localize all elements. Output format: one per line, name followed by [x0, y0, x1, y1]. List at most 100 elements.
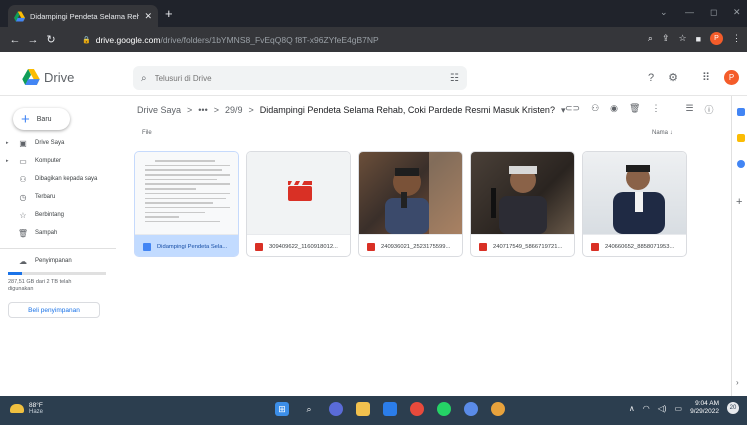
apps-grid-icon[interactable]: ⠿ — [702, 71, 710, 84]
clock-time: 9:04 AM — [695, 400, 719, 407]
file-card-doc[interactable]: Didampingi Pendeta Sela... — [134, 151, 239, 257]
file-card-image-3[interactable]: 240660652_8858071953... — [582, 151, 687, 257]
more-vert-icon[interactable]: ⋮ — [651, 103, 660, 116]
buy-storage-button[interactable]: Beli penyimpanan — [8, 302, 100, 318]
sidebar-item-computers[interactable]: ▸ ▭ Komputer — [6, 154, 61, 168]
chevron-right-icon: > — [187, 105, 193, 115]
image-thumbnail-man-speaking — [471, 152, 574, 234]
sidebar-item-starred[interactable]: ☆ Berbintang — [6, 208, 64, 222]
file-card-footer: 240936021_2523175599... — [359, 234, 462, 256]
file-card-image-1[interactable]: 240936021_2523175599... — [358, 151, 463, 257]
zoom-icon[interactable]: ⌕ — [648, 33, 653, 44]
tasks-icon[interactable] — [737, 160, 745, 168]
sidebar-item-label: Berbintang — [35, 212, 65, 218]
clock[interactable]: 9:04 AM 9/29/2022 — [690, 400, 719, 416]
video-thumbnail — [247, 152, 350, 234]
drive-product-name: Drive — [44, 69, 75, 85]
battery-icon[interactable]: ▭ — [675, 404, 683, 413]
sidebar-item-trash[interactable]: 🗑 Sampah — [6, 226, 57, 240]
list-view-icon[interactable]: ☰ — [685, 103, 693, 116]
sidebar-item-shared[interactable]: ⚇ Dibagikan kepada saya — [6, 172, 97, 186]
share-icon[interactable]: ⇪ — [662, 33, 670, 44]
search-box[interactable]: ⌕ ☷ — [133, 66, 467, 90]
minimize-icon[interactable]: — — [685, 7, 694, 17]
browser-profile-avatar[interactable]: P — [710, 32, 723, 45]
file-name: 240660652_8858071953... — [605, 243, 675, 250]
trash-icon[interactable]: 🗑 — [629, 103, 640, 116]
sort-label: Nama — [652, 130, 669, 136]
storage-bar-fill — [8, 272, 22, 275]
settings-gear-icon[interactable]: ⚙ — [668, 71, 678, 84]
image-file-icon — [367, 242, 375, 251]
browser-tab[interactable]: Didampingi Pendeta Selama Reh ✕ — [8, 5, 158, 27]
forward-icon[interactable]: → — [24, 34, 42, 46]
share-person-icon[interactable]: ⚇ — [591, 103, 599, 116]
drive-logo[interactable]: Drive — [22, 69, 74, 85]
storage-bar — [8, 272, 106, 275]
chevron-right-icon: > — [248, 105, 254, 115]
store-icon[interactable] — [383, 402, 397, 416]
taskbar-search-icon[interactable]: ⌕ — [302, 402, 316, 416]
new-tab-button[interactable]: + — [165, 6, 173, 21]
expand-icon[interactable]: ▸ — [6, 158, 11, 164]
sidebar-item-storage[interactable]: ☁ Penyimpanan — [6, 254, 72, 268]
weather-desc: Haze — [29, 409, 44, 415]
doc-thumbnail — [135, 152, 238, 234]
breadcrumb-root[interactable]: Drive Saya — [137, 105, 181, 115]
keep-icon[interactable] — [737, 134, 745, 142]
search-icon[interactable]: ⌕ — [141, 73, 147, 84]
collapse-panel-icon[interactable]: › — [736, 378, 739, 387]
window-close-icon[interactable]: ✕ — [733, 7, 741, 18]
breadcrumb-ellipsis[interactable]: ••• — [198, 105, 207, 115]
computer-icon: ▭ — [19, 156, 27, 166]
address-bar[interactable]: 🔒 drive.google.com/drive/folders/1bYMNS8… — [82, 30, 652, 49]
weather-widget[interactable]: 88°F Haze — [10, 402, 43, 415]
app-icon[interactable] — [464, 402, 478, 416]
breadcrumb-parent[interactable]: 29/9 — [225, 105, 243, 115]
sidepanel-icon[interactable]: ■ — [696, 34, 701, 44]
back-icon[interactable]: ← — [6, 34, 24, 46]
wifi-icon[interactable]: ◠ — [643, 404, 650, 413]
help-icon[interactable]: ? — [648, 72, 654, 84]
star-icon: ☆ — [19, 210, 27, 220]
sort-by-name[interactable]: Nama ↓ — [652, 130, 673, 136]
image-thumbnail-man-seated — [583, 152, 686, 234]
calendar-icon[interactable] — [737, 108, 745, 116]
file-card-video[interactable]: 309409622_1160918012... — [246, 151, 351, 257]
tab-close-icon[interactable]: ✕ — [144, 11, 152, 22]
account-avatar[interactable]: P — [724, 70, 739, 85]
windows-start-icon[interactable]: ⊞ — [275, 402, 289, 416]
file-explorer-icon[interactable] — [356, 402, 370, 416]
maximize-icon[interactable]: ◻ — [710, 7, 717, 18]
file-card-footer: 309409622_1160918012... — [247, 234, 350, 256]
notification-badge[interactable]: 20 — [727, 402, 739, 414]
new-button[interactable]: + Baru — [13, 108, 70, 130]
info-icon[interactable]: ⓘ — [705, 103, 714, 116]
file-card-image-2[interactable]: 240717549_5866719721... — [470, 151, 575, 257]
breadcrumb-current[interactable]: Didampingi Pendeta Selama Rehab, Coki Pa… — [260, 105, 555, 115]
whatsapp-icon[interactable] — [437, 402, 451, 416]
photo-illustration — [491, 166, 547, 234]
add-addon-icon[interactable]: + — [736, 196, 742, 208]
sidebar-item-recent[interactable]: ◷ Terbaru — [6, 190, 56, 204]
files-section-label: File — [142, 130, 152, 136]
chevron-right-icon: > — [213, 105, 219, 115]
volume-icon[interactable]: ◁) — [658, 404, 667, 413]
sidebar-item-label: Sampah — [35, 230, 58, 236]
drive-favicon-icon — [14, 10, 25, 22]
expand-icon[interactable]: ▸ — [6, 140, 11, 146]
chat-icon[interactable] — [329, 402, 343, 416]
sidebar-item-my-drive[interactable]: ▸ ▣ Drive Saya — [6, 136, 64, 150]
chevron-down-icon[interactable]: ⌄ — [660, 7, 668, 18]
search-options-icon[interactable]: ☷ — [450, 73, 459, 84]
video-file-icon — [255, 242, 263, 251]
bookmark-star-icon[interactable]: ☆ — [678, 33, 686, 44]
app-icon-2[interactable] — [491, 402, 505, 416]
reload-icon[interactable]: ↻ — [42, 33, 60, 46]
chrome-icon[interactable] — [410, 402, 424, 416]
tray-chevron-icon[interactable]: ∧ — [629, 404, 635, 413]
link-icon[interactable]: ⊂⊃ — [565, 103, 580, 116]
browser-menu-icon[interactable]: ⋮ — [732, 33, 741, 44]
preview-eye-icon[interactable]: ◉ — [610, 103, 618, 116]
search-input[interactable] — [154, 73, 443, 83]
